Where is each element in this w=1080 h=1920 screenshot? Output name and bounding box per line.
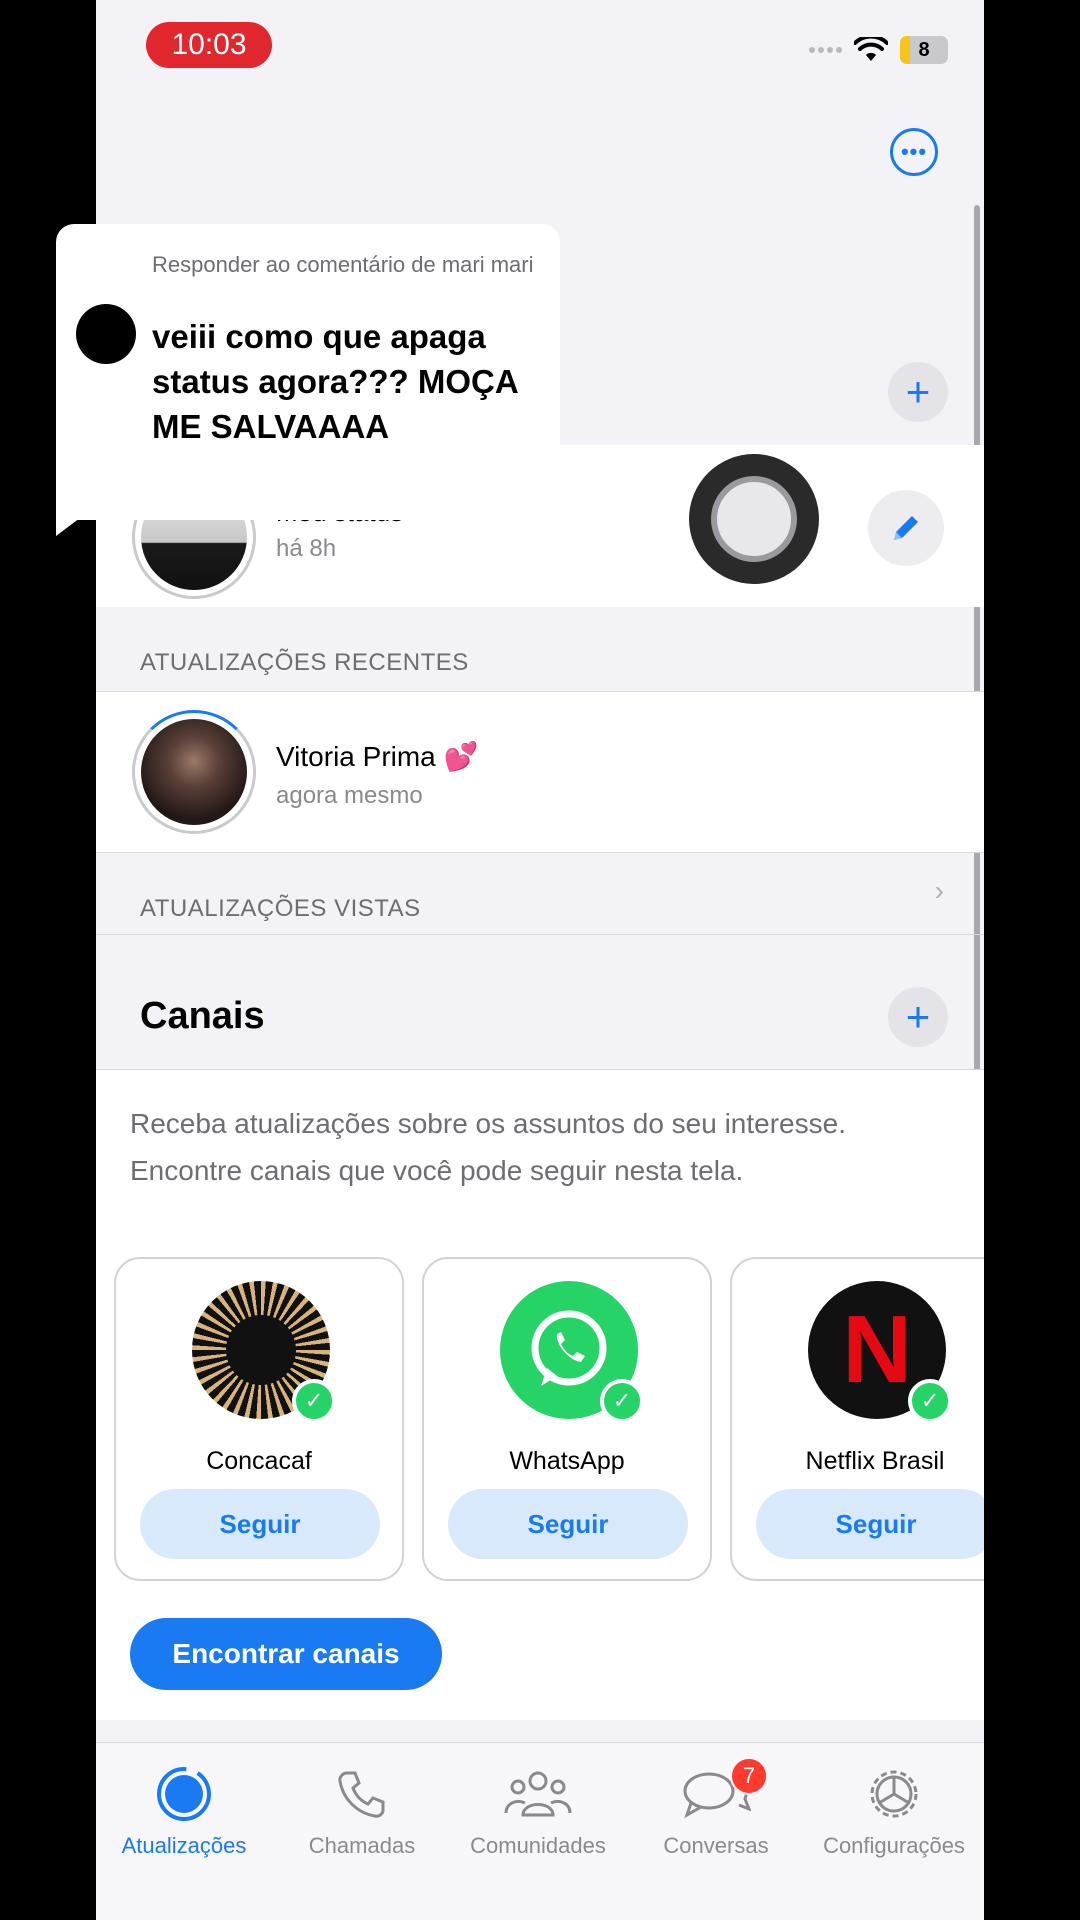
follow-button[interactable]: Seguir [448,1489,688,1559]
ellipsis-icon: ••• [900,139,928,164]
tab-calls[interactable]: Chamadas [282,1759,442,1859]
verified-badge-icon: ✓ [600,1379,644,1423]
comment-header: Responder ao comentário de mari mari [152,252,534,277]
tab-label: Configurações [823,1833,965,1858]
tab-label: Atualizações [121,1833,247,1858]
verified-badge-icon: ✓ [292,1379,336,1423]
cellular-signal-icon [809,47,842,53]
status-time-label: agora mesmo [276,782,423,809]
whatsapp-phone-icon [531,1310,607,1386]
tab-label: Chamadas [308,1833,416,1858]
more-options-button[interactable]: ••• [890,128,938,176]
status-time: 10:03 [146,22,272,68]
tab-bar: Atualizações Chamadas Comunidades 7 Conv… [96,1742,984,1920]
verified-badge-icon: ✓ [908,1379,952,1423]
tab-updates[interactable]: Atualizações [104,1759,264,1859]
channel-card-whatsapp[interactable]: ✓ WhatsApp Seguir [422,1257,712,1581]
edit-status-button[interactable] [868,490,944,566]
add-status-button[interactable]: + [888,362,948,422]
battery-indicator: 8 [900,36,948,64]
tab-label: Comunidades [470,1833,606,1858]
contact-avatar [132,710,256,834]
assistive-touch-button[interactable] [689,454,819,584]
unread-badge: 7 [730,1757,768,1795]
status-indicators: 8 [809,36,948,64]
communities-icon [504,1771,572,1817]
phone-icon [338,1771,385,1818]
tab-communities[interactable]: Comunidades [458,1759,618,1859]
tab-settings[interactable]: Configurações [814,1759,974,1859]
channels-title: Canais [140,995,265,1037]
follow-button[interactable]: Seguir [140,1489,380,1559]
my-status-time: há 8h [276,535,337,562]
comment-text: veiii como que apaga status agora??? MOÇ… [152,318,518,445]
gear-icon [870,1770,918,1818]
chevron-right-icon: › [934,875,944,906]
commenter-avatar [76,304,136,364]
recent-updates-label: ATUALIZAÇÕES RECENTES [140,649,469,676]
channels-section: Receba atualizações sobre os assuntos do… [96,1070,984,1720]
pencil-icon [894,516,918,540]
add-channel-button[interactable]: + [888,987,948,1047]
tab-label: Conversas [663,1833,769,1858]
viewed-updates-row[interactable]: ATUALIZAÇÕES VISTAS › [96,853,984,935]
follow-button[interactable]: Seguir [756,1489,984,1559]
plus-icon: + [905,368,931,415]
contact-name: Vitoria Prima 💕 [276,741,479,772]
channel-name: Netflix Brasil [805,1447,945,1475]
viewed-updates-label: ATUALIZAÇÕES VISTAS [140,895,421,922]
wifi-icon [854,37,888,61]
tab-chats[interactable]: 7 Conversas [636,1757,796,1859]
updates-icon [157,1767,211,1821]
channel-card-concacaf[interactable]: ✓ Concacaf Seguir [114,1257,404,1581]
comment-reply-sticker: Responder ao comentário de mari mari vei… [56,224,560,520]
plus-icon: + [905,993,931,1040]
find-channels-button[interactable]: Encontrar canais [130,1618,442,1690]
channel-name: WhatsApp [509,1447,625,1475]
channels-header: Canais + [96,935,984,1070]
channels-description: Receba atualizações sobre os assuntos do… [130,1108,846,1186]
status-item-vitoria[interactable]: Vitoria Prima 💕 agora mesmo [96,691,984,853]
comment-tail [56,506,96,536]
channel-card-netflix[interactable]: N ✓ Netflix Brasil Seguir [730,1257,984,1581]
channel-name: Concacaf [206,1447,312,1475]
